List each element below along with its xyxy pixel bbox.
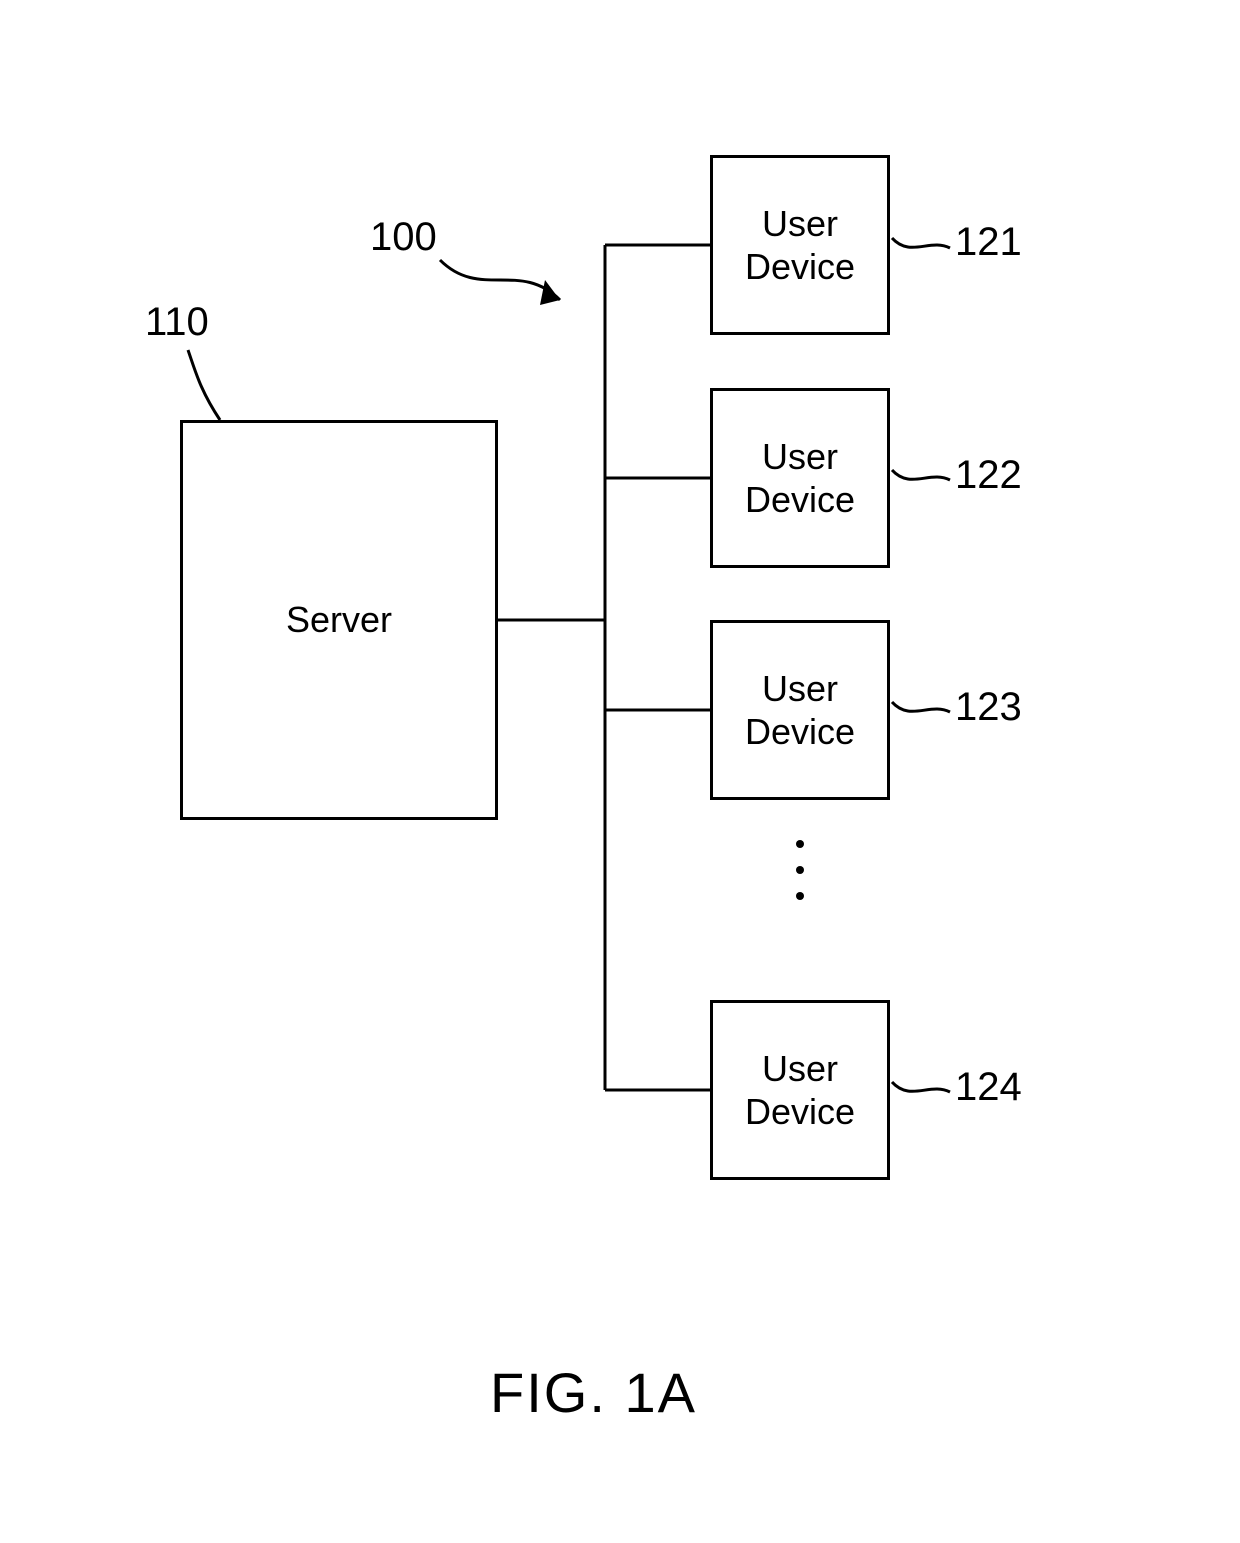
user-device-box-4: User Device [710,1000,890,1180]
figure-caption: FIG. 1A [490,1360,697,1425]
diagram-canvas: Server User Device User Device User Devi… [0,0,1240,1543]
user-device-box-3: User Device [710,620,890,800]
user-device-label-2: User Device [745,435,855,521]
ref-device-4: 124 [955,1065,1022,1110]
server-label: Server [286,598,392,641]
user-device-label-3: User Device [745,667,855,753]
ref-system: 100 [370,215,437,260]
server-box: Server [180,420,498,820]
user-device-label-4: User Device [745,1047,855,1133]
ellipsis-icon [796,840,804,900]
ref-device-3: 123 [955,685,1022,730]
ref-device-1: 121 [955,220,1022,265]
ref-device-2: 122 [955,453,1022,498]
ref-server: 110 [145,300,209,345]
user-device-box-1: User Device [710,155,890,335]
user-device-box-2: User Device [710,388,890,568]
user-device-label-1: User Device [745,202,855,288]
